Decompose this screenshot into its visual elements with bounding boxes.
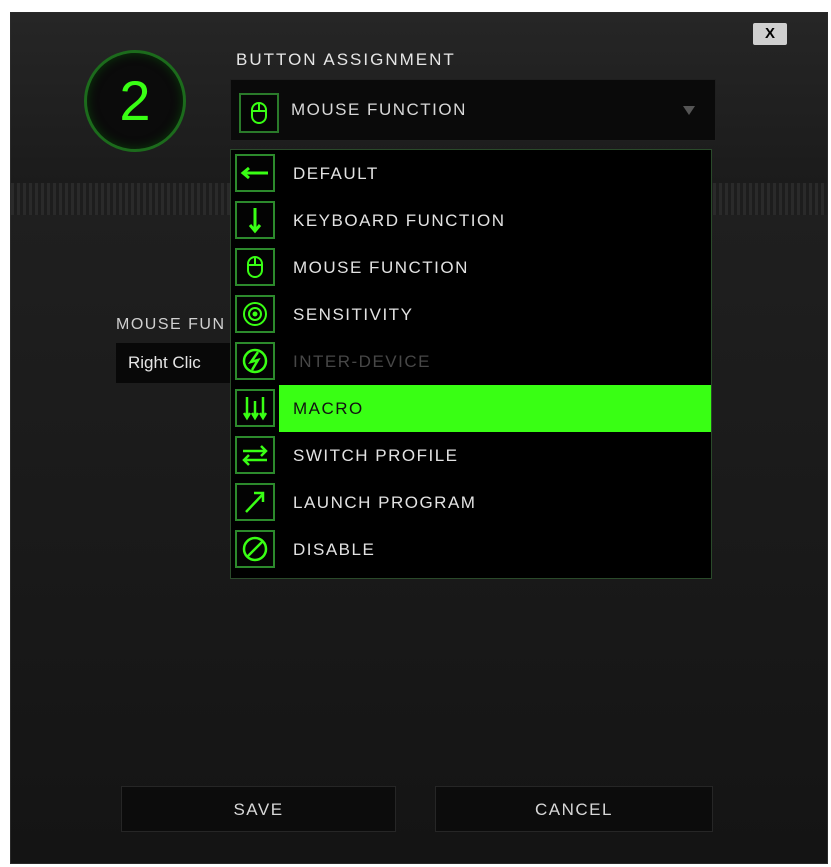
- mouse-function-label: MOUSE FUN: [116, 316, 226, 333]
- menu-item-inter-device: INTER-DEVICE: [231, 338, 711, 385]
- menu-item-label: MOUSE FUNCTION: [293, 258, 469, 277]
- function-dropdown-menu: DEFAULT KEYBOARD FUNCTION MOUSE FUNCTION…: [230, 149, 712, 579]
- button-assignment-dialog: X 2 BUTTON ASSIGNMENT MOUSE FUNCTION MOU…: [10, 12, 828, 864]
- menu-item-mouse-function[interactable]: MOUSE FUNCTION: [231, 244, 711, 291]
- menu-item-disable[interactable]: DISABLE: [231, 526, 711, 573]
- caret-down-icon: [683, 106, 695, 115]
- mouse-icon: [239, 93, 279, 133]
- switch-arrows-icon: [235, 436, 275, 474]
- menu-item-macro[interactable]: MACRO: [231, 385, 711, 432]
- macro-icon: [235, 389, 275, 427]
- menu-item-label: SWITCH PROFILE: [293, 446, 459, 465]
- launch-arrow-icon: [235, 483, 275, 521]
- inter-device-icon: [235, 342, 275, 380]
- menu-item-label: DISABLE: [293, 540, 376, 559]
- keyboard-key-icon: [235, 201, 275, 239]
- menu-item-label: LAUNCH PROGRAM: [293, 493, 477, 512]
- menu-item-launch-program[interactable]: LAUNCH PROGRAM: [231, 479, 711, 526]
- menu-item-switch-profile[interactable]: SWITCH PROFILE: [231, 432, 711, 479]
- menu-item-sensitivity[interactable]: SENSITIVITY: [231, 291, 711, 338]
- menu-item-keyboard-function[interactable]: KEYBOARD FUNCTION: [231, 197, 711, 244]
- menu-item-label: KEYBOARD FUNCTION: [293, 211, 506, 230]
- mouse-icon: [235, 248, 275, 286]
- menu-item-label: INTER-DEVICE: [293, 352, 431, 371]
- function-dropdown[interactable]: MOUSE FUNCTION: [230, 79, 716, 141]
- menu-item-label: SENSITIVITY: [293, 305, 414, 324]
- dropdown-selected-label: MOUSE FUNCTION: [291, 100, 467, 119]
- menu-item-default[interactable]: DEFAULT: [231, 150, 711, 197]
- disable-icon: [235, 530, 275, 568]
- cancel-button[interactable]: CANCEL: [435, 786, 713, 832]
- close-button[interactable]: X: [753, 23, 787, 45]
- target-icon: [235, 295, 275, 333]
- menu-item-label: DEFAULT: [293, 164, 379, 183]
- save-button[interactable]: SAVE: [121, 786, 396, 832]
- arrow-left-icon: [235, 154, 275, 192]
- dialog-title: BUTTON ASSIGNMENT: [236, 50, 456, 69]
- menu-item-label: MACRO: [293, 399, 364, 418]
- button-number-badge: 2: [84, 50, 186, 152]
